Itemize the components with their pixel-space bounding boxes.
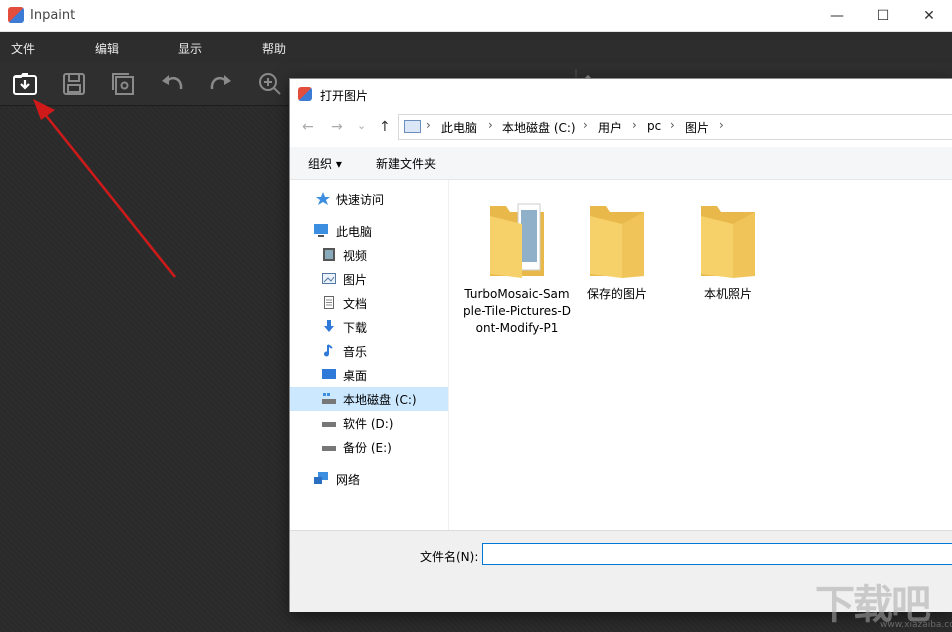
nav-label: 图片 [343, 273, 368, 287]
folder-label: TurboMosaic-Sample-Tile-Pictures-Dont-Mo… [463, 287, 571, 335]
watermark-url: www.xiazaiba.com [880, 620, 952, 630]
menu-file[interactable]: 文件 [11, 40, 35, 57]
maximize-button[interactable]: ☐ [860, 0, 906, 31]
nav-item-videos[interactable]: 视频 [290, 243, 448, 267]
navigation-pane: 快速访问 此电脑 视频 图片 文档 下载 音乐 桌面 本地磁盘 (C:) 软件 … [290, 180, 449, 530]
nav-label: 音乐 [343, 345, 368, 359]
breadcrumb-separator: › [583, 118, 588, 132]
dialog-titlebar: 打开图片 [290, 79, 952, 109]
nav-label: 本地磁盘 (C:) [343, 393, 417, 407]
breadcrumb-separator: › [632, 118, 637, 132]
nav-label: 此电脑 [336, 225, 373, 239]
nav-label: 快速访问 [336, 193, 385, 207]
folder-item[interactable]: TurboMosaic-Sample-Tile-Pictures-Dont-Mo… [463, 188, 571, 368]
filename-label: 文件名(N): [420, 550, 479, 564]
nav-item-desktop[interactable]: 桌面 [290, 363, 448, 387]
nav-label: 桌面 [343, 369, 368, 383]
forward-button[interactable]: → [331, 119, 343, 135]
command-bar: 组织 ▾ 新建文件夹 [290, 147, 952, 180]
nav-label: 备份 (E:) [343, 441, 392, 455]
nav-item-drive-d[interactable]: 软件 (D:) [290, 411, 448, 435]
redo-button[interactable] [205, 68, 237, 100]
breadcrumb-separator: › [488, 118, 493, 132]
nav-label: 网络 [336, 473, 361, 487]
nav-item-drive-e[interactable]: 备份 (E:) [290, 435, 448, 459]
breadcrumb-this-pc[interactable]: 此电脑 [441, 119, 477, 136]
dialog-title: 打开图片 [320, 89, 369, 103]
save-as-button[interactable] [107, 68, 139, 100]
nav-item-pictures[interactable]: 图片 [290, 267, 448, 291]
menu-help[interactable]: 帮助 [262, 40, 286, 57]
filename-input[interactable] [482, 543, 952, 565]
nav-label: 下载 [343, 321, 368, 335]
save-icon [63, 73, 85, 95]
document-icon [324, 296, 334, 309]
redo-icon [210, 75, 231, 90]
download-icon [324, 320, 334, 332]
folder-with-pictures-icon [490, 203, 544, 278]
back-button[interactable]: ← [302, 119, 314, 135]
breadcrumb-separator: › [426, 118, 431, 132]
organize-button[interactable]: 组织 ▾ [308, 155, 342, 172]
nav-item-music[interactable]: 音乐 [290, 339, 448, 363]
pc-icon [404, 120, 421, 133]
nav-item-this-pc[interactable]: 此电脑 [290, 219, 448, 243]
computer-icon [314, 224, 328, 237]
close-button[interactable]: ✕ [906, 0, 952, 31]
breadcrumb-separator: › [670, 118, 675, 132]
up-button[interactable]: ↑ [379, 119, 391, 135]
desktop-icon [322, 369, 336, 379]
nav-label: 软件 (D:) [343, 417, 394, 431]
breadcrumb-drive-c[interactable]: 本地磁盘 (C:) [502, 119, 576, 136]
app-titlebar: Inpaint — ☐ ✕ [0, 0, 952, 32]
address-bar[interactable]: › 此电脑 › 本地磁盘 (C:) › 用户 › pc › 图片 › [398, 114, 952, 140]
menu-view[interactable]: 显示 [178, 40, 202, 57]
folder-item[interactable]: 保存的图片 [572, 188, 662, 368]
zoom-in-icon [259, 73, 281, 95]
save-button[interactable] [58, 68, 90, 100]
new-folder-button[interactable]: 新建文件夹 [376, 155, 436, 172]
open-file-icon [13, 73, 37, 95]
menu-edit[interactable]: 编辑 [95, 40, 119, 57]
recent-locations-button[interactable]: ⌄ [357, 119, 366, 132]
open-image-dialog: 打开图片 ← → ⌄ ↑ › 此电脑 › 本地磁盘 (C:) › 用户 › pc… [289, 78, 952, 612]
nav-label: 文档 [343, 297, 368, 311]
network-icon [314, 472, 328, 484]
nav-label: 视频 [343, 249, 368, 263]
breadcrumb-pc[interactable]: pc [647, 119, 661, 133]
app-logo-icon [8, 7, 24, 23]
folder-item[interactable]: 本机照片 [683, 188, 773, 368]
nav-item-quick-access[interactable]: 快速访问 [290, 187, 448, 211]
breadcrumb-separator: › [719, 118, 724, 132]
dialog-app-icon [298, 87, 312, 101]
save-as-icon [112, 73, 134, 95]
music-icon [324, 344, 333, 357]
zoom-in-button[interactable] [254, 68, 286, 100]
menu-bar: 文件 编辑 显示 帮助 [0, 32, 952, 63]
minimize-button[interactable]: — [814, 0, 860, 31]
address-row: ← → ⌄ ↑ › 此电脑 › 本地磁盘 (C:) › 用户 › pc › 图片… [290, 112, 952, 142]
app-title: Inpaint [30, 8, 76, 23]
nav-item-network[interactable]: 网络 [290, 467, 448, 491]
folder-label: 保存的图片 [586, 287, 647, 301]
folder-label: 本机照片 [703, 287, 752, 301]
undo-button[interactable] [156, 68, 188, 100]
undo-icon [162, 75, 183, 90]
video-icon [323, 248, 335, 261]
picture-icon [322, 273, 336, 284]
folder-icon [701, 206, 755, 278]
file-list: TurboMosaic-Sample-Tile-Pictures-Dont-Mo… [450, 180, 952, 530]
drive-icon [322, 446, 336, 451]
star-icon [316, 192, 330, 205]
nav-item-downloads[interactable]: 下载 [290, 315, 448, 339]
breadcrumb-users[interactable]: 用户 [598, 119, 622, 136]
open-file-button[interactable] [9, 68, 41, 100]
folder-icon [590, 206, 644, 278]
drive-icon [322, 393, 336, 404]
breadcrumb-pictures[interactable]: 图片 [685, 119, 709, 136]
nav-item-drive-c[interactable]: 本地磁盘 (C:) [290, 387, 448, 411]
nav-item-documents[interactable]: 文档 [290, 291, 448, 315]
drive-icon [322, 422, 336, 427]
